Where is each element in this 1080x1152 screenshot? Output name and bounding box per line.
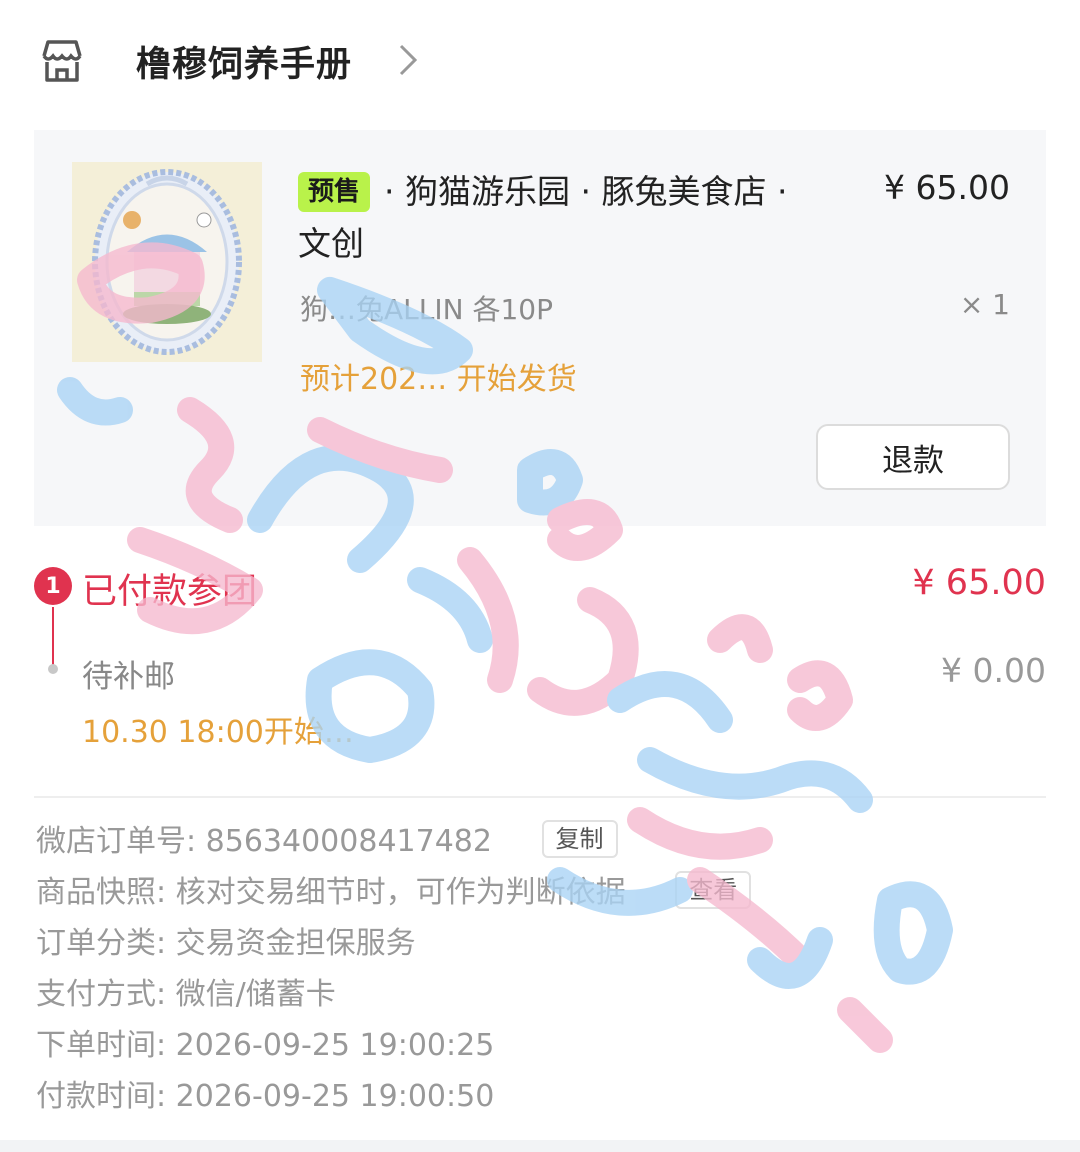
order-time-row: 下单时间: 2026-09-25 19:00:25 [36, 1024, 1046, 1075]
presale-badge: 预售 [298, 172, 371, 212]
pay-time-value: 2026-09-25 19:00:50 [175, 1079, 495, 1114]
product-title-text: · 狗猫游乐园 · 豚兔美食店 · 文创 [298, 172, 788, 263]
shop-icon [42, 40, 82, 82]
shop-header[interactable]: 橹穆饲养手册 [0, 0, 1080, 125]
shipping-estimate: 预计202… 开始发货 [300, 362, 577, 397]
timeline-connector [52, 607, 54, 665]
category-value: 交易资金担保服务 [175, 926, 416, 961]
snapshot-text: 核对交易细节时，可作为判断依据 [175, 875, 626, 910]
divider [34, 796, 1046, 798]
timeline-dot [48, 664, 58, 674]
shop-name[interactable]: 橹穆饲养手册 [136, 36, 352, 87]
step2-amount: ¥ 0.00 [941, 651, 1046, 690]
step2-note: 10.30 18:00开始… [82, 715, 354, 750]
order-number-row: 微店订单号: 856340008417482 复制 [36, 820, 1046, 871]
chevron-right-icon[interactable] [394, 40, 424, 80]
copy-button[interactable]: 复制 [541, 820, 618, 858]
product-price: ¥ 65.00 [884, 168, 1010, 207]
step1-label: 已付款参团 [82, 572, 258, 612]
view-snapshot-button[interactable]: 查看 [675, 871, 752, 909]
product-variant: 狗…兔ALLIN 各10P [300, 293, 553, 326]
pay-time-label: 付款时间: [36, 1079, 167, 1114]
product-card[interactable]: 预售 · 狗猫游乐园 · 豚兔美食店 · 文创 ¥ 65.00 狗…兔ALLIN … [34, 130, 1046, 526]
step1-amount: ¥ 65.00 [912, 563, 1046, 603]
step-number-badge: 1 [34, 567, 72, 605]
refund-button[interactable]: 退款 [816, 424, 1010, 490]
product-title[interactable]: 预售 · 狗猫游乐园 · 豚兔美食店 · 文创 [298, 166, 818, 270]
pay-method-label: 支付方式: [36, 977, 167, 1012]
order-number-value: 856340008417482 [205, 824, 492, 859]
bottom-bar [0, 1140, 1080, 1152]
pay-method-row: 支付方式: 微信/储蓄卡 [36, 973, 1046, 1024]
order-time-label: 下单时间: [36, 1028, 167, 1063]
product-thumbnail[interactable] [72, 162, 262, 362]
snapshot-row: 商品快照: 核对交易细节时，可作为判断依据 查看 [36, 871, 1046, 922]
step2-label: 待补邮 [82, 659, 175, 695]
snapshot-label: 商品快照: [36, 875, 167, 910]
order-info: 微店订单号: 856340008417482 复制 商品快照: 核对交易细节时，… [36, 820, 1046, 1126]
category-row: 订单分类: 交易资金担保服务 [36, 922, 1046, 973]
product-quantity: × 1 [959, 288, 1010, 321]
pay-time-row: 付款时间: 2026-09-25 19:00:50 [36, 1075, 1046, 1126]
category-label: 订单分类: [36, 926, 167, 961]
pay-method-value: 微信/储蓄卡 [175, 977, 336, 1012]
order-time-value: 2026-09-25 19:00:25 [175, 1028, 495, 1063]
payment-timeline: 1 已付款参团 ¥ 65.00 待补邮 ¥ 0.00 10.30 18:00开始… [34, 555, 1046, 755]
order-number-label: 微店订单号: [36, 824, 197, 859]
